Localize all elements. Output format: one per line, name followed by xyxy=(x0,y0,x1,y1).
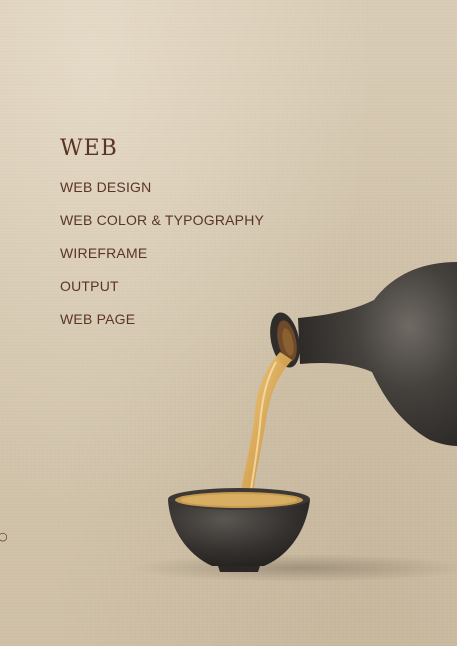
cup-shadow xyxy=(130,554,457,582)
tea-stream xyxy=(240,352,292,500)
teapot-body xyxy=(298,262,457,446)
teapot-pouring-into-cup-icon xyxy=(130,262,457,582)
